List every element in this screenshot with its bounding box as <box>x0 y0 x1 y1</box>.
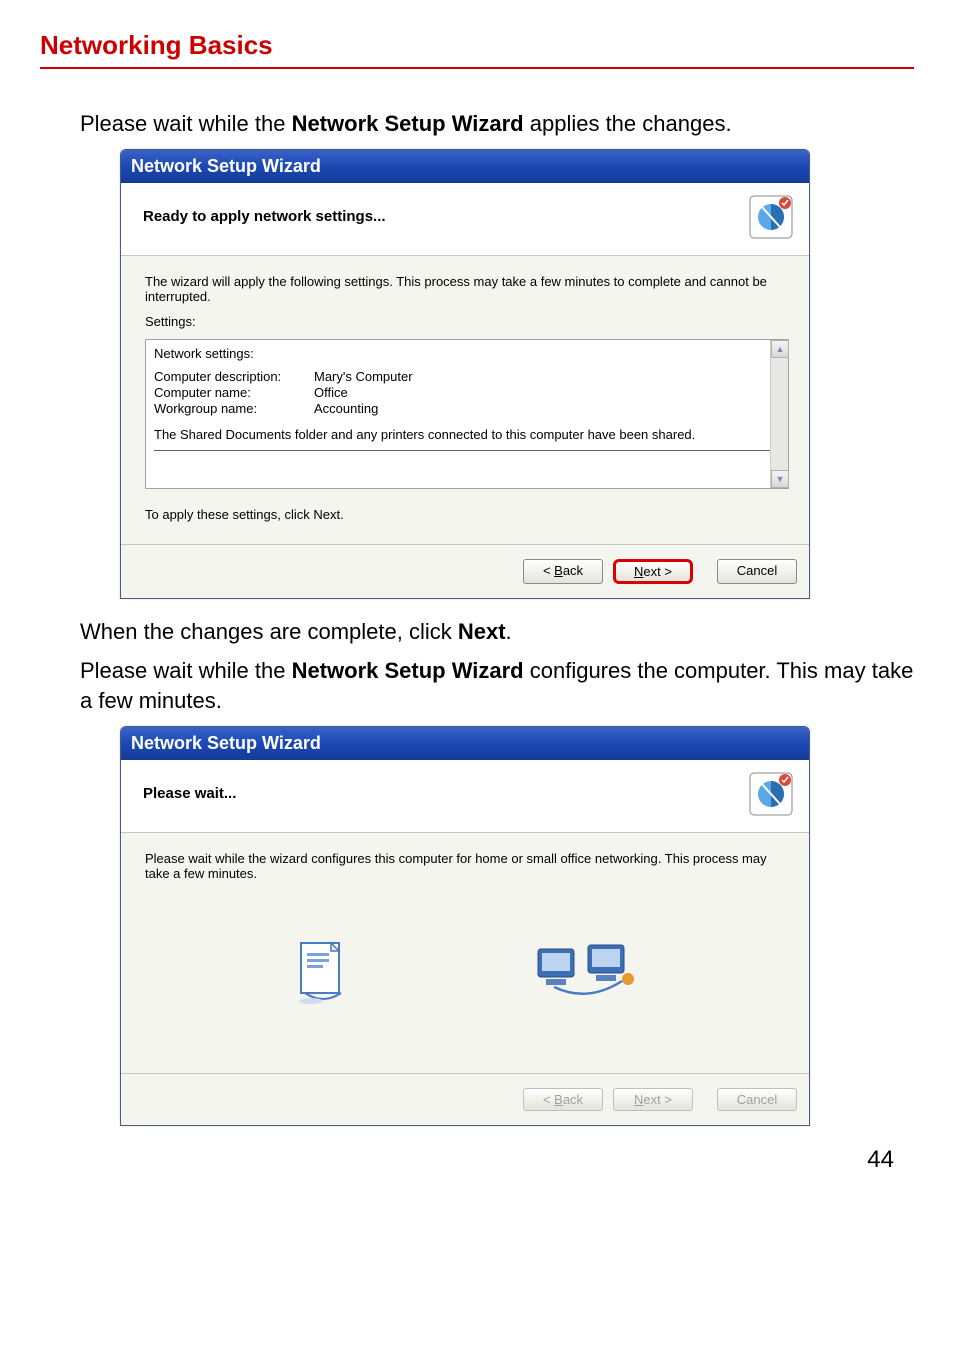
row-value: Mary's Computer <box>314 369 413 384</box>
p1-pre: Please wait while the <box>80 111 292 136</box>
titlebar: Network Setup Wizard <box>121 727 809 760</box>
row-label: Workgroup name: <box>154 401 314 416</box>
button-row: < Back Next > Cancel <box>121 1073 809 1125</box>
wizard-intro: Please wait while the wizard configures … <box>145 851 789 881</box>
wizard-window-wait: Network Setup Wizard Please wait... Plea… <box>120 726 810 1126</box>
cancel-button: Cancel <box>717 1088 797 1111</box>
wizard-header: Ready to apply network settings... <box>121 183 809 256</box>
wizard-header-title: Ready to apply network settings... <box>143 208 386 225</box>
intro-paragraph-2: When the changes are complete, click Nex… <box>80 617 914 647</box>
page-heading: Networking Basics <box>40 30 914 61</box>
apply-text: To apply these settings, click Next. <box>145 507 789 522</box>
settings-section-title: Network settings: <box>154 346 780 361</box>
intro-paragraph-3: Please wait while the Network Setup Wiza… <box>80 656 914 715</box>
next-button[interactable]: Next > <box>613 559 693 584</box>
wizard-header-title: Please wait... <box>143 785 236 802</box>
wizard-header: Please wait... <box>121 760 809 833</box>
row-value: Office <box>314 385 348 400</box>
titlebar: Network Setup Wizard <box>121 150 809 183</box>
computers-network-icon <box>530 939 640 1012</box>
network-wizard-icon <box>747 193 795 241</box>
wizard-content: The wizard will apply the following sett… <box>121 256 809 544</box>
progress-animation <box>145 891 789 1061</box>
scroll-up-icon[interactable]: ▲ <box>771 340 789 358</box>
wizard-intro: The wizard will apply the following sett… <box>145 274 789 304</box>
settings-row: Computer name: Office <box>154 385 780 400</box>
settings-row: Workgroup name: Accounting <box>154 401 780 416</box>
next-button: Next > <box>613 1088 693 1111</box>
settings-box: Network settings: Computer description: … <box>145 339 789 489</box>
wizard-window-ready: Network Setup Wizard Ready to apply netw… <box>120 149 810 599</box>
shared-text: The Shared Documents folder and any prin… <box>154 427 780 442</box>
settings-divider <box>154 450 780 451</box>
button-row: < Back Next > Cancel <box>121 544 809 598</box>
back-button: < Back <box>523 1088 603 1111</box>
intro-paragraph-1: Please wait while the Network Setup Wiza… <box>80 109 914 139</box>
settings-row: Computer description: Mary's Computer <box>154 369 780 384</box>
p2-post: . <box>506 619 512 644</box>
row-label: Computer description: <box>154 369 314 384</box>
document-icon <box>295 939 351 1012</box>
row-value: Accounting <box>314 401 378 416</box>
back-button[interactable]: < Back <box>523 559 603 584</box>
network-wizard-icon <box>747 770 795 818</box>
p3-pre: Please wait while the <box>80 658 292 683</box>
settings-label: Settings: <box>145 314 789 329</box>
page-number: 44 <box>40 1146 914 1174</box>
p2-pre: When the changes are complete, click <box>80 619 458 644</box>
p1-bold: Network Setup Wizard <box>292 111 524 136</box>
row-label: Computer name: <box>154 385 314 400</box>
scrollbar[interactable]: ▲ ▼ <box>770 340 788 488</box>
p2-bold: Next <box>458 619 506 644</box>
wizard-content: Please wait while the wizard configures … <box>121 833 809 1073</box>
p1-post: applies the changes. <box>524 111 732 136</box>
heading-divider <box>40 67 914 69</box>
cancel-button[interactable]: Cancel <box>717 559 797 584</box>
scroll-down-icon[interactable]: ▼ <box>771 470 789 488</box>
p3-bold: Network Setup Wizard <box>292 658 524 683</box>
